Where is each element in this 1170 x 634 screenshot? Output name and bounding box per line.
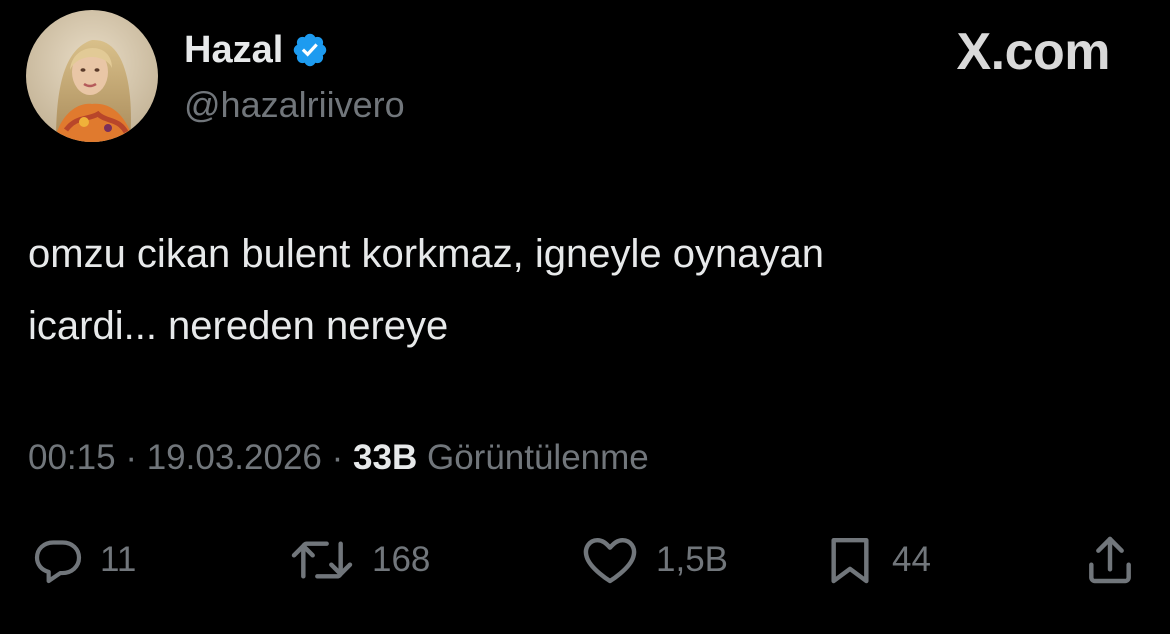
avatar-photo bbox=[26, 10, 158, 142]
views-count[interactable]: 33B bbox=[353, 438, 417, 477]
repost-count: 168 bbox=[372, 540, 431, 579]
meta-separator: · bbox=[125, 438, 137, 477]
tweet-meta: 00:15 · 19.03.2026 · 33B Görüntülenme bbox=[28, 432, 649, 484]
like-count: 1,5B bbox=[656, 540, 728, 579]
action-bar: 11 168 1,5B 44 bbox=[0, 530, 1170, 590]
reply-button[interactable]: 11 bbox=[30, 530, 136, 590]
author-handle[interactable]: @hazalriivero bbox=[184, 82, 405, 128]
brand-watermark: X.com bbox=[956, 23, 1110, 81]
author-row: Hazal bbox=[184, 26, 329, 74]
views-label: Görüntülenme bbox=[426, 438, 649, 477]
repost-arrows-icon bbox=[291, 541, 353, 579]
tweet-card: Hazal @hazalriivero X.com omzu cikan bul… bbox=[0, 0, 1170, 634]
meta-separator: · bbox=[331, 438, 344, 477]
tweet-date[interactable]: 19.03.2026 bbox=[147, 438, 322, 477]
author-display-name[interactable]: Hazal bbox=[184, 26, 283, 74]
repost-button[interactable]: 168 bbox=[286, 530, 430, 590]
bookmark-icon bbox=[831, 537, 869, 584]
verified-badge-icon[interactable] bbox=[291, 31, 329, 69]
avatar[interactable] bbox=[26, 10, 158, 142]
heart-icon bbox=[583, 537, 637, 584]
share-button[interactable] bbox=[1082, 530, 1138, 590]
speech-bubble-icon bbox=[34, 540, 82, 584]
share-upload-icon bbox=[1089, 536, 1131, 584]
reply-count: 11 bbox=[100, 540, 137, 579]
tweet-text: omzu cikan bulent korkmaz, igneyle oynay… bbox=[28, 232, 824, 348]
like-button[interactable]: 1,5B bbox=[578, 530, 728, 590]
bookmark-count: 44 bbox=[892, 540, 931, 579]
tweet-time[interactable]: 00:15 bbox=[28, 438, 116, 477]
bookmark-button[interactable]: 44 bbox=[822, 530, 931, 590]
